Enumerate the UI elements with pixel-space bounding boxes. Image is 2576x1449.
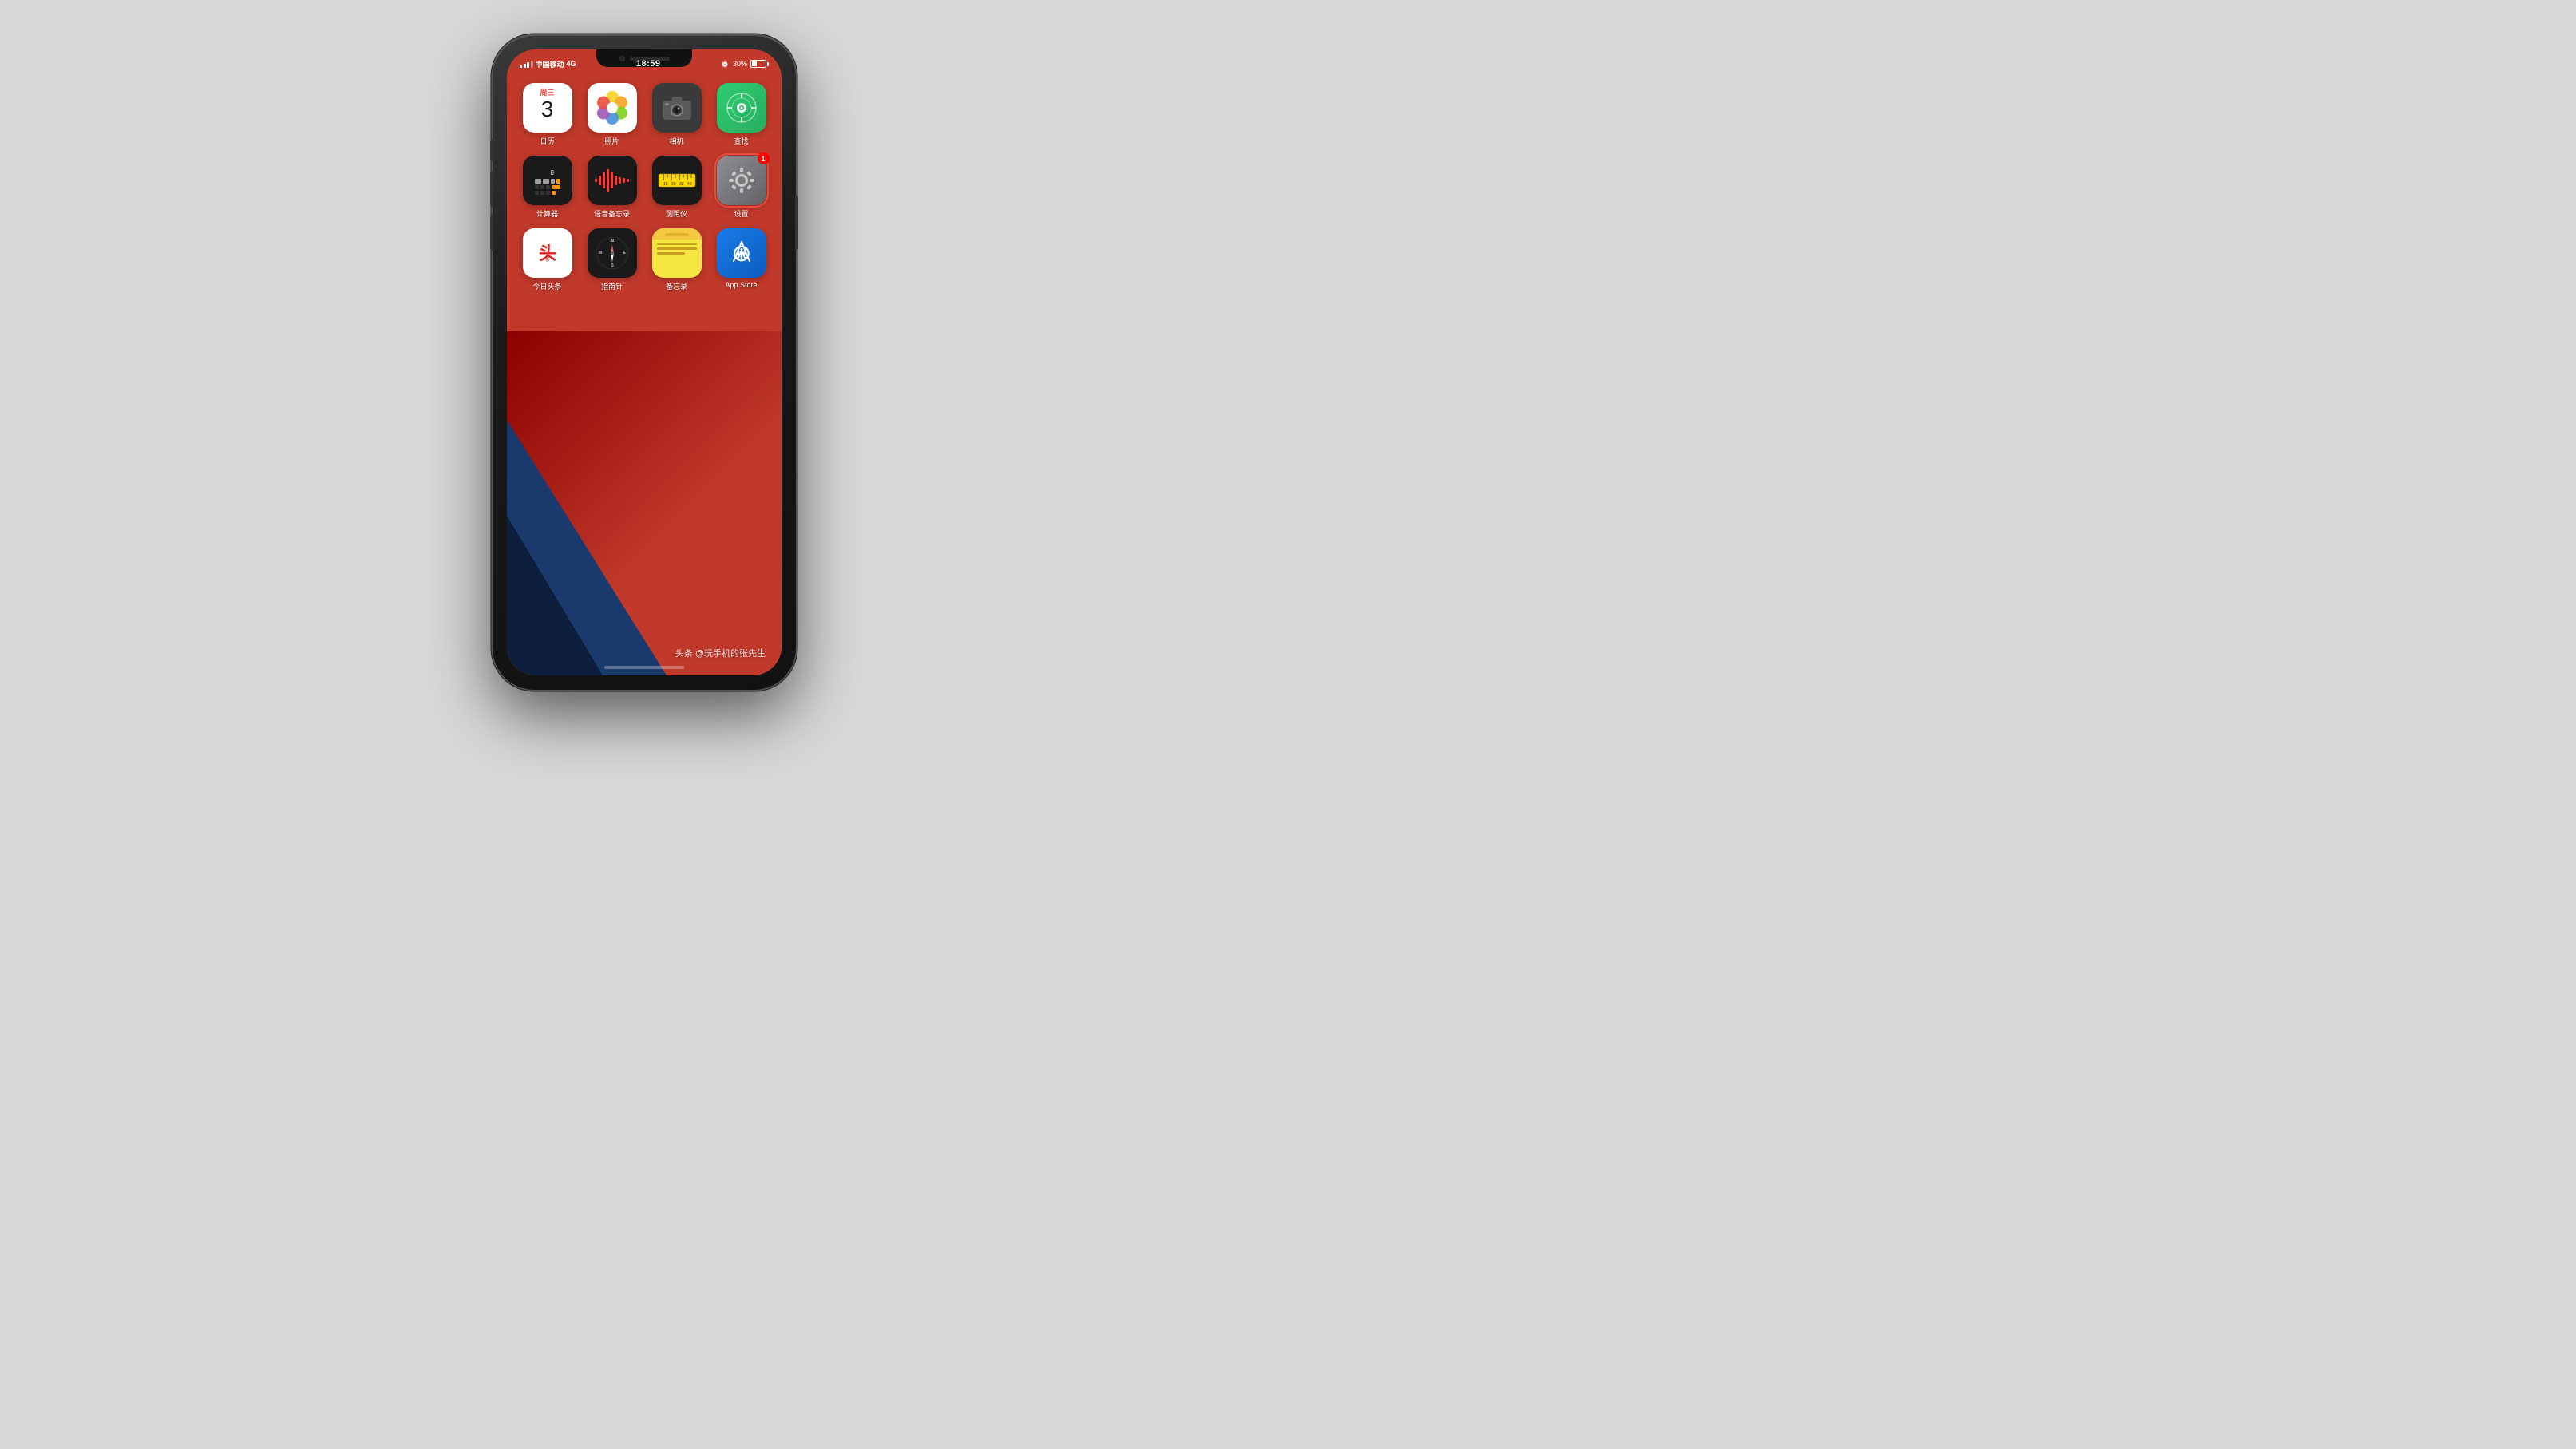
voice-svg bbox=[592, 164, 632, 196]
photos-label: 照片 bbox=[604, 136, 619, 146]
svg-text:0: 0 bbox=[550, 169, 554, 176]
appstore-label: App Store bbox=[725, 281, 757, 289]
app-voicememos[interactable]: 语音备忘录 bbox=[583, 156, 641, 219]
alarm-icon: ⏰ bbox=[721, 60, 730, 69]
calendar-label: 日历 bbox=[540, 136, 554, 146]
svg-text:40: 40 bbox=[687, 182, 692, 187]
signal-icon bbox=[520, 60, 533, 68]
mute-button[interactable] bbox=[490, 139, 493, 161]
phone: 中国移动 4G 18:59 ⏰ 30% bbox=[493, 35, 796, 690]
voicememos-icon bbox=[588, 156, 637, 205]
status-left: 中国移动 4G bbox=[520, 59, 576, 69]
app-camera[interactable]: 相机 bbox=[647, 83, 706, 146]
notes-label: 备忘录 bbox=[666, 281, 687, 291]
calculator-label: 计算器 bbox=[536, 208, 558, 219]
findmy-label: 查找 bbox=[734, 136, 748, 146]
toutiao-icon: 头 条 bbox=[523, 228, 572, 278]
volume-down-button[interactable] bbox=[490, 215, 493, 251]
app-calculator[interactable]: 0 bbox=[518, 156, 576, 219]
watermark: 头条 @玩手机的张先生 bbox=[675, 647, 766, 659]
toutiao-svg: 头 条 bbox=[530, 236, 565, 271]
app-calendar[interactable]: 周三 3 日历 bbox=[518, 83, 576, 146]
calculator-icon: 0 bbox=[523, 156, 572, 205]
camera-svg bbox=[661, 94, 693, 121]
camera-label: 相机 bbox=[669, 136, 683, 146]
volume-up-button[interactable] bbox=[490, 171, 493, 207]
measure-svg: 10 20 30 40 bbox=[657, 166, 697, 195]
settings-badge: 1 bbox=[758, 152, 770, 164]
app-toutiao[interactable]: 头 条 今日头条 bbox=[518, 228, 576, 291]
app-findmy[interactable]: 查找 bbox=[712, 83, 770, 146]
svg-text:条: 条 bbox=[544, 256, 549, 263]
network-label: 4G bbox=[567, 60, 576, 68]
compass-svg: N S W E bbox=[595, 236, 630, 271]
camera-icon bbox=[652, 83, 702, 133]
status-bar: 中国移动 4G 18:59 ⏰ 30% bbox=[507, 54, 782, 73]
app-photos[interactable]: 照片 bbox=[583, 83, 641, 146]
measure-icon: 10 20 30 40 bbox=[652, 156, 702, 205]
app-grid: 周三 3 日历 bbox=[507, 83, 782, 291]
svg-text:30: 30 bbox=[679, 182, 684, 187]
calculator-svg: 0 bbox=[530, 163, 565, 198]
photos-icon bbox=[588, 83, 637, 133]
app-measure[interactable]: 10 20 30 40 测距仪 bbox=[647, 156, 706, 219]
notes-icon bbox=[652, 228, 702, 278]
appstore-svg: ⊕ bbox=[726, 237, 758, 269]
status-right: ⏰ 30% bbox=[721, 60, 769, 69]
findmy-icon bbox=[717, 83, 766, 133]
battery-pct: 30% bbox=[733, 60, 747, 68]
photos-svg bbox=[594, 89, 631, 126]
calendar-date: 3 bbox=[541, 98, 554, 121]
app-notes[interactable]: 备忘录 bbox=[647, 228, 706, 291]
wallpaper-dark-blue bbox=[507, 516, 603, 675]
voicememos-label: 语音备忘录 bbox=[594, 208, 630, 219]
findmy-svg bbox=[726, 92, 758, 124]
power-button[interactable] bbox=[795, 195, 798, 251]
screen: 中国移动 4G 18:59 ⏰ 30% bbox=[507, 49, 782, 675]
app-compass[interactable]: N S W E bbox=[583, 228, 641, 291]
home-indicator[interactable] bbox=[604, 666, 684, 669]
settings-icon-wrapper: 1 bbox=[717, 156, 766, 205]
svg-text:10: 10 bbox=[663, 182, 668, 187]
toutiao-label: 今日头条 bbox=[532, 281, 561, 291]
settings-label: 设置 bbox=[734, 208, 748, 219]
measure-label: 测距仪 bbox=[666, 208, 687, 219]
carrier-label: 中国移动 bbox=[536, 59, 564, 69]
compass-label: 指南针 bbox=[601, 281, 623, 291]
app-appstore[interactable]: ⊕ App Store bbox=[712, 228, 770, 291]
app-settings[interactable]: 1 设置 bbox=[712, 156, 770, 219]
time-display: 18:59 bbox=[636, 59, 661, 69]
svg-text:20: 20 bbox=[671, 182, 676, 187]
appstore-icon: ⊕ bbox=[717, 228, 766, 278]
phone-body: 中国移动 4G 18:59 ⏰ 30% bbox=[493, 35, 796, 690]
compass-icon: N S W E bbox=[588, 228, 637, 278]
calendar-icon: 周三 3 bbox=[523, 83, 572, 133]
battery-icon bbox=[750, 60, 769, 68]
